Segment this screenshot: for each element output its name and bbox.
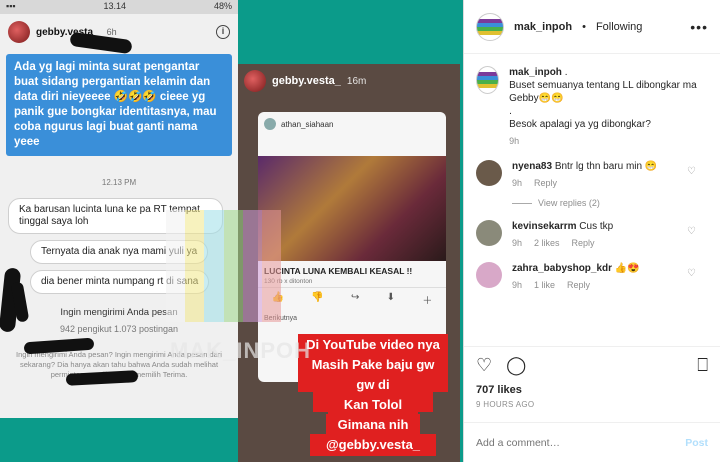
comment-username[interactable]: kevinsekarrm (512, 221, 577, 232)
story-time: 16m (346, 75, 367, 87)
separator-dot: • (582, 20, 586, 33)
post-media[interactable]: ▪▪▪ 13.14 48% gebby.vesta_ 6h i Ada yg l… (0, 0, 463, 462)
avatar (8, 21, 30, 43)
dm-time: 6h (106, 27, 117, 37)
video-thumbnail (258, 156, 446, 261)
more-options-icon[interactable]: ••• (690, 19, 708, 35)
like-comment-icon[interactable]: ♡ (687, 268, 696, 279)
comment-username[interactable]: zahra_babyshop_kdr (512, 263, 612, 274)
avatar (244, 70, 266, 92)
add-icon: ＋ (422, 296, 433, 307)
post-button[interactable]: Post (685, 437, 708, 449)
post-time[interactable]: 9 HOURS AGO (476, 400, 708, 409)
following-button[interactable]: Following (596, 21, 642, 33)
dislike-icon: 👎 (311, 292, 324, 303)
story-text-line: Gimana nih (326, 414, 420, 436)
caption-line: . (509, 106, 512, 117)
watermark-text: MAK_INPOH (170, 338, 312, 363)
post-caption: mak_inpoh . Buset semuanya tentang LL di… (476, 54, 708, 154)
watermark-stripe (185, 210, 205, 322)
comment-text: Cus tkp (579, 221, 614, 232)
story-text-line: Kan Tolol (328, 394, 418, 416)
watermark-logo (166, 210, 282, 322)
comment-username[interactable]: nyena83 (512, 161, 552, 172)
caption-username[interactable]: mak_inpoh (509, 67, 562, 78)
avatar[interactable] (476, 160, 502, 186)
comment-text: Bntr lg thn baru min 😁 (554, 161, 658, 172)
card-username: athan_siahaan (281, 119, 334, 129)
post-header: mak_inpoh • Following ••• (464, 0, 720, 54)
comment-likes[interactable]: 2 likes (534, 238, 560, 248)
status-bar: ▪▪▪ 13.14 48% (0, 0, 238, 14)
card-header: athan_siahaan (258, 112, 446, 136)
caption-line: Besok apalagi ya yg dibongkar? (509, 119, 651, 130)
comment-item: kevinsekarrm Cus tkp 9h 2 likes Reply ♡ (476, 214, 708, 256)
comment-item: zahra_babyshop_kdr 👍😍 9h 1 like Reply ♡ (476, 256, 708, 298)
likes-count[interactable]: 707 likes (476, 384, 708, 396)
like-comment-icon[interactable]: ♡ (687, 166, 696, 177)
comment-age: 9h (512, 280, 523, 290)
add-comment-bar: Post (464, 422, 720, 462)
avatar[interactable] (476, 262, 502, 288)
watermark-stripe (242, 210, 262, 322)
story-header: gebby.vesta_ 16m (238, 64, 460, 98)
reply-button[interactable]: Reply (534, 178, 557, 188)
next-label: Berikutnya (258, 311, 446, 326)
caption-line: Buset semuanya tentang LL dibongkar ma G… (509, 80, 697, 104)
reply-button[interactable]: Reply (572, 238, 595, 248)
status-time: 13.14 (103, 1, 127, 11)
comment-age: 9h (512, 238, 523, 248)
video-views: 130 rb x ditonton (264, 278, 313, 285)
post-sidebar: mak_inpoh • Following ••• mak_inpoh . Bu… (463, 0, 720, 462)
heart-icon[interactable]: ♡ (476, 355, 492, 376)
comment-text: 👍😍 (614, 263, 640, 274)
post-actions: ♡ ◯ ⎕ 707 likes 9 HOURS AGO (464, 346, 720, 417)
avatar[interactable] (476, 12, 504, 41)
comment-age: 9h (512, 178, 523, 188)
video-title: LUCINTA LUNA KEMBALI KEASAL !! (264, 266, 413, 276)
reply-button[interactable]: Reply (567, 280, 590, 290)
caption-line: . (564, 67, 568, 78)
story-text-line: Di YouTube video nya (298, 334, 448, 356)
share-icon: ↪ (351, 292, 360, 303)
avatar[interactable] (476, 220, 502, 246)
comments-list: mak_inpoh . Buset semuanya tentang LL di… (464, 54, 720, 298)
highlighted-message: Ada yg lagi minta surat pengantar buat s… (6, 54, 232, 156)
watermark-stripe (166, 210, 186, 322)
avatar[interactable] (476, 66, 500, 94)
story-username: gebby.vesta_ (272, 75, 341, 87)
video-actions: 👍 👎 ↪ ⬇ ＋ (258, 287, 446, 311)
avatar (264, 118, 276, 130)
download-icon: ⬇ (386, 292, 396, 303)
watermark-stripe (204, 210, 224, 322)
like-comment-icon[interactable]: ♡ (687, 226, 696, 237)
watermark-stripe (223, 210, 243, 322)
bookmark-icon[interactable]: ⎕ (697, 355, 708, 376)
comment-input[interactable] (476, 436, 686, 449)
story-text-line: @gebby.vesta_ (310, 434, 436, 456)
author-username[interactable]: mak_inpoh (514, 21, 572, 33)
comment-icon[interactable]: ◯ (506, 355, 526, 376)
comment-item: nyena83 Bntr lg thn baru min 😁 9h Reply ♡ (476, 154, 708, 196)
view-replies-button[interactable]: View replies (2) (512, 198, 708, 208)
chat-timestamp: 12.13 PM (101, 178, 137, 187)
signal-icon: ▪▪▪ (6, 1, 16, 11)
profile-stats: 942 pengikut 1.073 postingan (59, 324, 179, 334)
watermark-stripe (261, 210, 282, 322)
comment-likes[interactable]: 1 like (534, 280, 555, 290)
battery-level: 48% (213, 1, 232, 11)
info-icon: i (216, 25, 230, 39)
caption-age: 9h (509, 136, 520, 146)
